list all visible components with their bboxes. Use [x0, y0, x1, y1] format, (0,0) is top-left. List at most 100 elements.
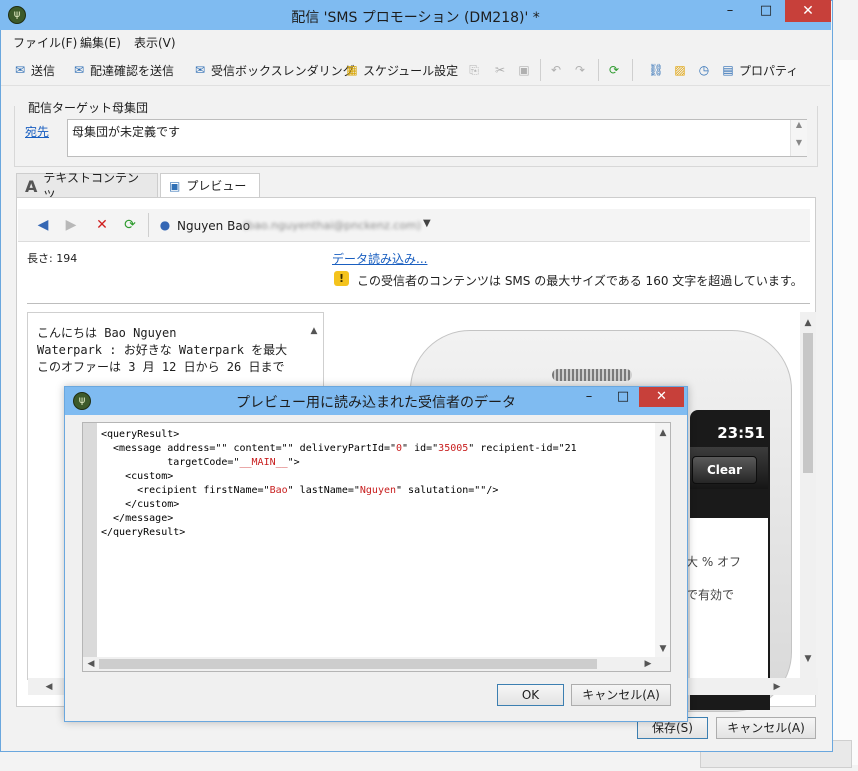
window-title: 配信 'SMS プロモーション (DM218)' * [291, 10, 540, 26]
divider [27, 303, 810, 304]
close-button[interactable]: ✕ [785, 0, 831, 22]
gift-icon: ▨ [674, 63, 686, 77]
tab-preview-label: プレビュー [186, 179, 247, 193]
scroll-down-icon[interactable]: ▼ [656, 642, 670, 656]
scroll-up-icon[interactable]: ▲ [307, 324, 321, 338]
xml-content: <queryResult> <message address="" conten… [101, 428, 653, 656]
recipient-email: (bao.nguyenthai@pnckenz.com) [243, 219, 422, 232]
to-link[interactable]: 宛先 [25, 123, 49, 140]
xml-vertical-scrollbar[interactable] [655, 423, 670, 657]
paste-icon: ▣ [518, 63, 530, 77]
length-label: 長さ: 194 [27, 252, 78, 265]
dialog-cancel-button[interactable]: キャンセル(A) [571, 684, 671, 706]
maximize-button[interactable]: □ [749, 0, 783, 22]
toolbar-separator [540, 59, 541, 81]
undo-button[interactable]: ↶ [548, 61, 564, 79]
delete-icon[interactable]: ✕ [93, 216, 111, 234]
phone-speaker [552, 369, 632, 381]
chevron-down-icon[interactable]: ▼ [423, 218, 431, 229]
text-icon: A [25, 176, 38, 196]
xml-line: </message> [101, 513, 174, 524]
scroll-down-icon[interactable]: ▼ [801, 652, 815, 666]
send-button[interactable]: ✉ 送信 [12, 61, 55, 79]
clipboard-icon: ▤ [722, 63, 734, 77]
background-window-edge [830, 60, 858, 765]
scroll-right-icon[interactable]: ▶ [641, 657, 655, 671]
scroll-right-icon[interactable]: ▶ [770, 680, 784, 694]
warning-icon: ! [334, 271, 349, 286]
schedule-label: スケジュール設定 [363, 63, 459, 78]
minimize-button[interactable]: – [713, 0, 747, 22]
copy-icon: ⎘ [469, 63, 479, 77]
menu-bar [1, 30, 830, 52]
dialog-minimize-button[interactable]: – [572, 387, 606, 407]
scroll-up-icon[interactable]: ▲ [801, 316, 815, 330]
calendar-icon: ▦ [346, 63, 358, 77]
scrollbar-thumb[interactable] [803, 333, 813, 473]
link-button[interactable]: ⛓ [648, 61, 664, 79]
cut-button[interactable]: ✂ [492, 61, 508, 79]
xml-line: </custom> [101, 499, 180, 510]
dialog-maximize-button[interactable]: □ [606, 387, 640, 407]
xml-viewer-gutter [83, 423, 97, 659]
scrollbar-thumb[interactable] [99, 659, 597, 669]
xml-line: targetCode="__MAIN__"> [101, 457, 300, 468]
gift-button[interactable]: ▨ [672, 61, 688, 79]
to-field[interactable]: 母集団が未定義です [67, 119, 807, 157]
back-arrow-icon[interactable]: ◀ [34, 216, 52, 234]
ok-button[interactable]: OK [497, 684, 564, 706]
tab-preview[interactable]: ▣ プレビュー [160, 173, 260, 198]
scroll-left-icon[interactable]: ◀ [42, 680, 56, 694]
envelope-check-icon: ✉ [73, 63, 85, 77]
menu-file[interactable]: ファイル(F) [13, 34, 77, 51]
copy-button[interactable]: ⎘ [466, 61, 482, 79]
clock-icon: ◷ [698, 63, 710, 77]
warning-text: この受信者のコンテンツは SMS の最大サイズである 160 文字を超過していま… [357, 274, 803, 288]
xml-line: <message address="" content="" deliveryP… [101, 443, 577, 454]
preview-icon: ▣ [169, 178, 181, 193]
paste-button[interactable]: ▣ [516, 61, 532, 79]
send-proof-label: 配達確認を送信 [90, 63, 175, 78]
refresh-icon: ⟳ [608, 63, 620, 77]
envelope-icon: ✉ [14, 63, 26, 77]
phone-message-line: 大 % オフ [686, 555, 742, 569]
inbox-rendering-label: 受信ボックスレンダリング [211, 63, 355, 78]
sms-text-content: こんにちは Bao Nguyen Waterpark : お好きな Waterp… [37, 326, 288, 374]
xml-line: <queryResult> [101, 429, 180, 440]
scroll-left-icon[interactable]: ◀ [84, 657, 98, 671]
scroll-up-icon[interactable]: ▲ [656, 426, 670, 440]
redo-button[interactable]: ↷ [572, 61, 588, 79]
cancel-button[interactable]: キャンセル(A) [716, 717, 816, 739]
redo-icon: ↷ [574, 63, 586, 77]
target-section-label: 配信ターゲット母集団 [25, 99, 152, 116]
phone-clear-button: Clear [692, 456, 757, 484]
undo-icon: ↶ [550, 63, 562, 77]
inbox-rendering-button[interactable]: ✉ 受信ボックスレンダリング [192, 61, 355, 79]
dialog-close-button[interactable]: ✕ [639, 387, 684, 407]
refresh-button[interactable]: ⟳ [606, 61, 622, 79]
cut-icon: ✂ [494, 63, 506, 77]
menu-view[interactable]: 表示(V) [134, 34, 176, 51]
send-proof-button[interactable]: ✉ 配達確認を送信 [71, 61, 174, 79]
refresh-icon[interactable]: ⟳ [121, 216, 139, 234]
preview-toolbar-separator [148, 213, 149, 237]
xml-line: <custom> [101, 471, 174, 482]
to-field-scrollbar[interactable]: ▲ ▼ [790, 120, 807, 156]
person-icon: ● [159, 218, 171, 232]
xml-line: <recipient firstName="Bao" lastName="Ngu… [101, 485, 499, 496]
load-data-link[interactable]: データ読み込み... [332, 250, 427, 267]
recipient-name[interactable]: Nguyen Bao [177, 219, 250, 233]
phone-message-line: で有効で [686, 588, 735, 602]
schedule-status-button[interactable]: ◷ [696, 61, 712, 79]
link-icon: ⛓ [648, 63, 664, 77]
forward-arrow-icon[interactable]: ▶ [62, 216, 80, 234]
schedule-button[interactable]: ▦ スケジュール設定 [344, 61, 458, 79]
phone-time: 23:51 [717, 424, 765, 442]
tab-text-content[interactable]: A テキストコンテンツ [16, 171, 158, 202]
menu-edit[interactable]: 編集(E) [80, 34, 121, 51]
toolbar-separator [598, 59, 599, 81]
properties-button[interactable]: ▤ プロパティ [720, 61, 798, 79]
properties-label: プロパティ [739, 63, 799, 78]
xml-line: </queryResult> [101, 527, 186, 538]
toolbar-separator [632, 59, 633, 81]
